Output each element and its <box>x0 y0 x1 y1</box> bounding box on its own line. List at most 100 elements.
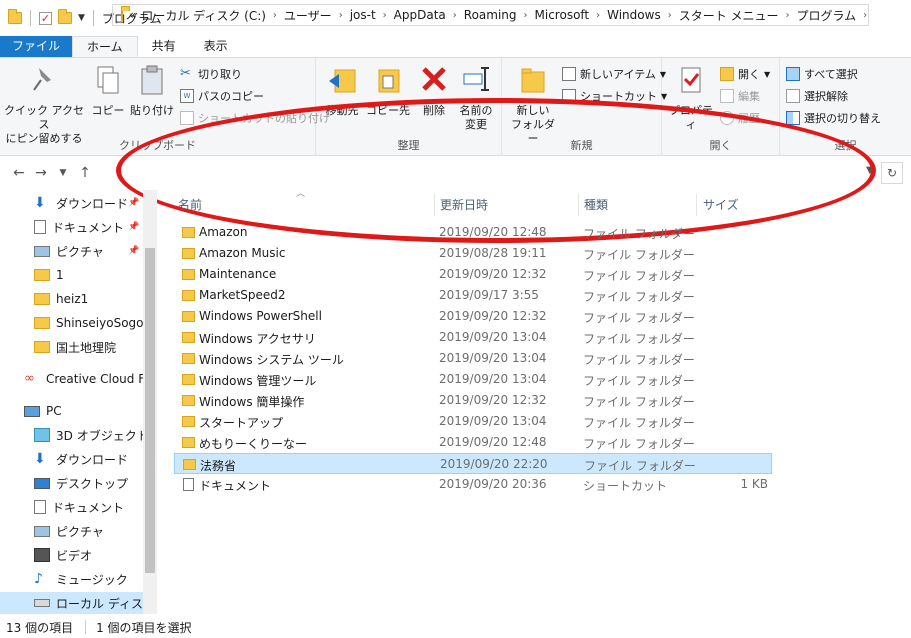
table-row[interactable]: ドキュメント 2019/09/20 20:36 ショートカット 1 KB <box>174 474 772 495</box>
nav-item-gsi[interactable]: 国土地理院 <box>0 336 143 358</box>
address-bar[interactable]: « ローカル ディスク (C:) › ユーザー › jos-t › AppDat… <box>112 4 869 26</box>
recent-locations-chevron-icon[interactable]: ▼ <box>52 168 74 178</box>
nav-item-shinseiyo[interactable]: ShinseiyoSogoSo <box>0 312 143 334</box>
chevron-right-icon[interactable]: › <box>522 10 530 21</box>
chevron-right-icon[interactable]: › <box>784 10 792 21</box>
nav-item-creative-cloud[interactable]: ∞ Creative Cloud Files <box>0 368 143 390</box>
copy-path-button[interactable]: W パスのコピー <box>180 88 264 104</box>
nav-item-pc[interactable]: PC <box>0 400 143 422</box>
breadcrumb-users[interactable]: ユーザー <box>279 7 337 24</box>
breadcrumb-programs[interactable]: プログラム <box>792 7 862 24</box>
table-row[interactable]: Windows 管理ツール 2019/09/20 13:04 ファイル フォルダー <box>174 369 772 390</box>
tab-home[interactable]: ホーム <box>72 36 138 57</box>
breadcrumb-user[interactable]: jos-t <box>345 8 381 22</box>
overflow-breadcrumb-icon[interactable]: « <box>129 8 136 22</box>
breadcrumb-local-disk[interactable]: ローカル ディスク (C:) <box>136 7 271 24</box>
chevron-right-icon[interactable]: › <box>861 10 868 21</box>
column-header-type[interactable]: 種類 <box>584 194 608 216</box>
nav-item-local-disk[interactable]: ローカル ディスク (C:) <box>0 592 143 614</box>
open-button[interactable]: 開く ▼ <box>720 66 770 82</box>
download-icon: ⬇ <box>34 451 46 467</box>
new-item-button[interactable]: 新しいアイテム ▼ <box>562 66 666 82</box>
folder-icon <box>182 374 195 385</box>
table-row[interactable]: Windows PowerShell 2019/09/20 12:32 ファイル フ… <box>174 306 772 327</box>
nav-item-folder-1[interactable]: 1 <box>0 264 143 286</box>
nav-item-pictures-quick[interactable]: ピクチャ <box>0 240 143 262</box>
rename-icon <box>463 67 489 91</box>
creative-cloud-icon: ∞ <box>24 371 35 386</box>
table-row[interactable]: MarketSpeed2 2019/09/17 3:55 ファイル フォルダー <box>174 285 772 306</box>
table-row[interactable]: Amazon 2019/09/20 12:48 ファイル フォルダー <box>174 222 772 243</box>
nav-item-pictures[interactable]: ピクチャ <box>0 520 143 542</box>
file-modified-date: 2019/09/20 13:04 <box>439 414 547 428</box>
copy-to-button[interactable]: コピー先 <box>364 64 412 118</box>
properties-button[interactable]: プロパティ <box>666 64 716 132</box>
chevron-right-icon[interactable]: › <box>337 10 345 21</box>
column-header-size[interactable]: サイズ <box>703 194 739 216</box>
cut-button[interactable]: ✂ 切り取り <box>180 66 242 82</box>
move-to-button[interactable]: 移動先 <box>320 64 364 118</box>
nav-item-downloads[interactable]: ⬇ ダウンロード <box>0 448 143 470</box>
pin-quick-access-button[interactable]: クイック アクセス にピン留めする <box>4 64 84 146</box>
column-divider[interactable] <box>696 194 697 216</box>
address-history-chevron-icon[interactable]: ▼ <box>866 165 874 176</box>
tab-file[interactable]: ファイル <box>0 36 73 57</box>
tab-view[interactable]: 表示 <box>190 36 242 57</box>
nav-item-downloads-quick[interactable]: ⬇ ダウンロード <box>0 192 143 214</box>
invert-selection-button[interactable]: 選択の切り替え <box>786 110 881 126</box>
table-row[interactable]: Windows システム ツール 2019/09/20 13:04 ファイル フォル… <box>174 348 772 369</box>
column-divider[interactable] <box>434 194 435 216</box>
customize-toolbar-dropdown-icon[interactable]: ▼ <box>78 13 85 23</box>
nav-scrollbar[interactable] <box>143 190 157 614</box>
tab-share[interactable]: 共有 <box>138 36 190 57</box>
chevron-right-icon[interactable]: › <box>451 10 459 21</box>
breadcrumb-windows[interactable]: Windows <box>602 8 666 22</box>
nav-scrollbar-thumb[interactable] <box>145 248 155 573</box>
table-row[interactable]: Windows 簡単操作 2019/09/20 12:32 ファイル フォルダー <box>174 390 772 411</box>
chevron-right-icon[interactable]: › <box>271 10 279 21</box>
back-arrow-icon[interactable]: ← <box>8 165 30 181</box>
breadcrumb-microsoft[interactable]: Microsoft <box>530 8 595 22</box>
copy-button[interactable]: コピー <box>88 64 128 118</box>
column-divider[interactable] <box>578 194 579 216</box>
nav-item-heiz1[interactable]: heiz1 <box>0 288 143 310</box>
nav-item-documents-quick[interactable]: ドキュメント <box>0 216 143 238</box>
new-folder-icon[interactable] <box>58 9 72 24</box>
up-arrow-icon[interactable]: ↑ <box>74 165 96 181</box>
table-row[interactable]: Amazon Music 2019/08/28 19:11 ファイル フォルダー <box>174 243 772 264</box>
table-row[interactable]: Maintenance 2019/09/20 12:32 ファイル フォルダー <box>174 264 772 285</box>
chevron-right-icon[interactable]: › <box>666 10 674 21</box>
paste-shortcut-button[interactable]: ショートカットの貼り付け <box>180 110 330 126</box>
nav-item-documents[interactable]: ドキュメント <box>0 496 143 518</box>
edit-button[interactable]: 編集 <box>720 88 760 104</box>
paste-button[interactable]: 貼り付け <box>130 64 174 118</box>
select-none-button[interactable]: 選択解除 <box>786 88 848 104</box>
column-header-date[interactable]: 更新日時 <box>440 194 488 216</box>
refresh-icon[interactable]: ↻ <box>881 162 903 184</box>
delete-button[interactable]: 削除 <box>416 64 452 118</box>
scissors-icon: ✂ <box>180 66 191 81</box>
chevron-right-icon[interactable]: › <box>594 10 602 21</box>
history-button[interactable]: 履歴 <box>720 110 760 126</box>
properties-check-icon[interactable]: ✓ <box>39 11 52 25</box>
nav-item-3d-objects[interactable]: 3D オブジェクト <box>0 424 143 446</box>
table-row[interactable]: スタートアップ 2019/09/20 13:04 ファイル フォルダー <box>174 411 772 432</box>
breadcrumb-roaming[interactable]: Roaming <box>459 8 522 22</box>
breadcrumb-appdata[interactable]: AppData <box>389 8 451 22</box>
shortcut-button[interactable]: ショートカット ▼ <box>562 88 667 104</box>
rename-button[interactable]: 名前の 変更 <box>454 64 498 132</box>
table-row[interactable]: 法務省 2019/09/20 22:20 ファイル フォルダー <box>174 453 772 474</box>
table-row[interactable]: めもりーくりーなー 2019/09/20 12:48 ファイル フォルダー <box>174 432 772 453</box>
select-all-button[interactable]: すべて選択 <box>786 66 858 82</box>
breadcrumb-start-menu[interactable]: スタート メニュー <box>674 7 784 24</box>
column-header-name[interactable]: 名前 <box>178 194 202 216</box>
paste-label: 貼り付け <box>130 104 174 117</box>
nav-item-desktop[interactable]: デスクトップ <box>0 472 143 494</box>
chevron-right-icon[interactable]: › <box>381 10 389 21</box>
nav-item-videos[interactable]: ビデオ <box>0 544 143 566</box>
table-row[interactable]: Windows アクセサリ 2019/09/20 13:04 ファイル フォルダー <box>174 327 772 348</box>
file-type: ファイル フォルダー <box>583 227 695 241</box>
nav-item-music[interactable]: ♪ ミュージック <box>0 568 143 590</box>
forward-arrow-icon[interactable]: → <box>30 165 52 181</box>
new-folder-button[interactable]: 新しい フォルダー <box>506 64 560 146</box>
